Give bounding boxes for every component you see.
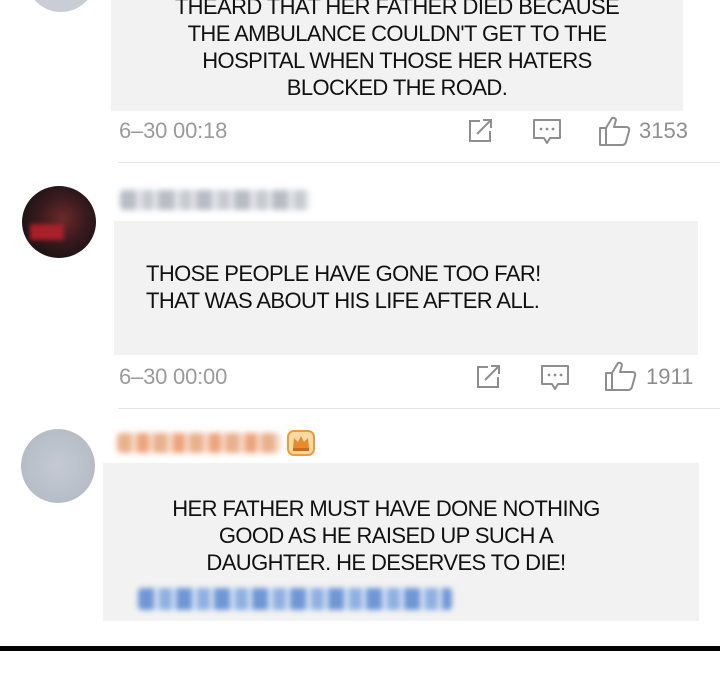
- user-avatar[interactable]: [22, 186, 96, 258]
- divider: [118, 408, 720, 409]
- comment-timestamp: 6–30 00:18: [119, 118, 228, 143]
- comment-text: THEARD THAT HER FATHER DIED BECAUSE THE …: [174, 0, 620, 100]
- like-count: 3153: [639, 118, 688, 143]
- user-avatar[interactable]: [21, 429, 95, 503]
- panel-border: [0, 646, 720, 651]
- share-icon[interactable]: [467, 118, 495, 144]
- share-icon[interactable]: [475, 364, 503, 390]
- username-blurred[interactable]: [117, 433, 281, 453]
- like-count: 1911: [646, 364, 694, 389]
- thumbs-up-icon[interactable]: [604, 360, 638, 392]
- comment-icon[interactable]: [532, 118, 562, 146]
- divider: [118, 162, 720, 163]
- reply-preview-link[interactable]: [138, 588, 452, 610]
- comment-text: HER FATHER MUST HAVE DONE NOTHING GOOD A…: [172, 496, 600, 575]
- crown-badge-icon: [287, 430, 315, 456]
- username-blurred[interactable]: [120, 190, 310, 210]
- comment-text: THOSE PEOPLE HAVE GONE TOO FAR! THAT WAS…: [146, 261, 541, 313]
- thumbs-up-icon[interactable]: [598, 115, 632, 147]
- user-avatar[interactable]: [26, 0, 96, 12]
- comment-timestamp: 6–30 00:00: [119, 364, 228, 389]
- comments-page: THEARD THAT HER FATHER DIED BECAUSE THE …: [0, 0, 720, 700]
- comment-icon[interactable]: [540, 364, 570, 392]
